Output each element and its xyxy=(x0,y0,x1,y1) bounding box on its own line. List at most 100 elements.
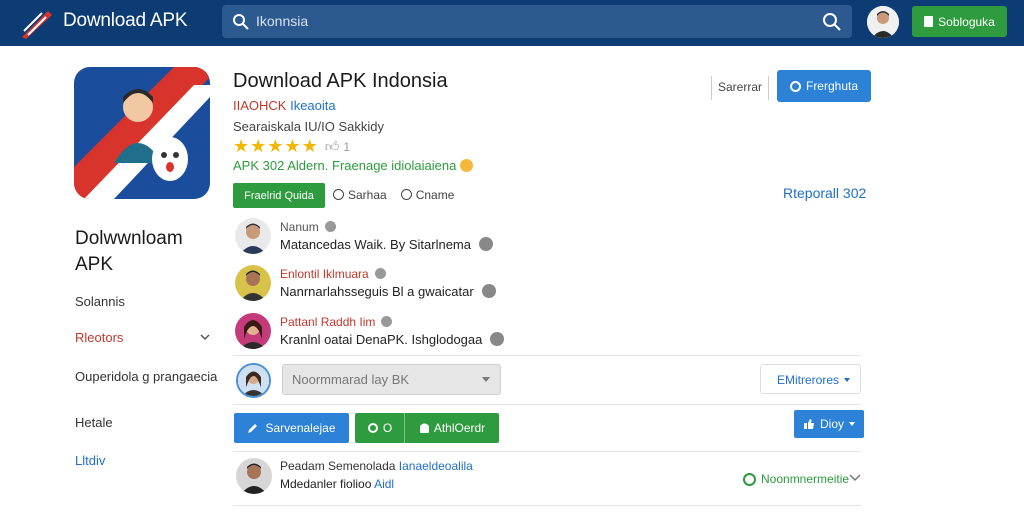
refresh-icon xyxy=(367,423,378,433)
thumbs-up-icon[interactable]: 👍︎ xyxy=(325,138,340,157)
check-circle-icon xyxy=(743,472,756,486)
compose-avatar[interactable] xyxy=(236,363,271,398)
brand-name[interactable]: Download APK xyxy=(63,10,188,32)
sidebar-item-hetale[interactable]: Hetale xyxy=(75,415,113,430)
search-bar[interactable] xyxy=(222,5,852,38)
sort-label[interactable]: Sarerrar xyxy=(711,76,770,100)
commenter-name: Nanum xyxy=(280,220,336,234)
radio-option-2[interactable]: Cname xyxy=(400,188,454,202)
caret-down-icon xyxy=(844,378,850,382)
divider xyxy=(233,505,861,506)
refresh-button-label: O xyxy=(382,421,393,435)
sidebar-item-rleotors[interactable]: Rleotors xyxy=(75,330,123,345)
more-actions-label: Dioy xyxy=(819,417,844,431)
primary-action-button[interactable]: Frerghuta xyxy=(777,70,871,102)
verified-badge-icon xyxy=(381,316,393,327)
latest-text: Mdedanler fiolioo Aidl xyxy=(280,477,394,491)
comment-text-content: Kranlnl oatai DenaPK. Ishglodogaa xyxy=(280,332,483,347)
radio-icon xyxy=(333,189,344,200)
star-icon: ★ xyxy=(267,136,284,156)
check-circle-icon[interactable] xyxy=(490,332,505,346)
rating-count: 1 xyxy=(343,140,351,154)
refresh-button[interactable]: O xyxy=(355,413,405,443)
commenter-avatar[interactable] xyxy=(235,265,271,301)
commenter-avatar[interactable] xyxy=(235,313,271,349)
commenter-name-text: Pattanl Raddh Iim xyxy=(280,315,376,329)
radio-option-1[interactable]: Sarhaa xyxy=(333,188,387,202)
user-avatar-image xyxy=(867,6,899,38)
report-link[interactable]: Rteporall 302 xyxy=(783,185,866,201)
comment-item: Enlontil Iklmuara Nanrnarlahsseguis Bl a… xyxy=(235,265,595,305)
status-label: Noonmnermeitie xyxy=(761,472,850,486)
account-button-label: Sobloguka xyxy=(938,14,995,29)
divider xyxy=(233,404,861,405)
check-circle-icon[interactable] xyxy=(478,237,493,251)
option-radios: Sarhaa Cname xyxy=(333,188,454,202)
app-title: Download APK Indonsia xyxy=(233,70,448,92)
radio-option-1-label: Sarhaa xyxy=(348,188,387,202)
radio-icon xyxy=(400,189,412,200)
star-icon: ★ xyxy=(233,136,250,156)
smiley-icon xyxy=(460,159,474,172)
android-button-label: AthlOerdr xyxy=(433,421,486,435)
green-action-group: O AthlOerdr xyxy=(355,413,499,443)
account-button[interactable]: Sobloguka xyxy=(912,6,1007,37)
status-indicator[interactable]: Noonmnermeitie xyxy=(743,472,849,486)
developer-line: IIAOHCK Ikeaoita xyxy=(233,98,336,113)
download-apk-logo-icon[interactable] xyxy=(18,7,54,39)
divider xyxy=(233,451,861,452)
developer-name[interactable]: IIAOHCK xyxy=(233,98,286,113)
star-icon: ★ xyxy=(301,136,318,156)
tagline-text: APK 302 Aldern. Fraenage idiolaiaiena xyxy=(233,158,457,173)
app-meta: Searaiskala IU/IO Sakkidy xyxy=(233,119,385,134)
check-circle-icon[interactable] xyxy=(481,284,496,298)
latest-name-text[interactable]: Peadam Semenolada xyxy=(280,459,395,473)
user-avatar[interactable] xyxy=(867,6,899,38)
search-submit-icon[interactable] xyxy=(822,12,842,32)
commenter-name-text: Nanum xyxy=(280,220,319,234)
search-input[interactable] xyxy=(256,9,816,33)
edit-button[interactable]: Sarvenalejae xyxy=(234,413,349,443)
chevron-down-icon[interactable] xyxy=(200,332,210,342)
sidebar-item-ouperidola[interactable]: Ouperidola g prangaecia xyxy=(75,369,217,384)
commenter-name: Enlontil Iklmuara xyxy=(280,267,386,281)
chevron-down-icon[interactable] xyxy=(849,474,861,482)
edit-button-label: Sarvenalejae xyxy=(265,421,336,435)
divider xyxy=(233,355,861,356)
caret-down-icon xyxy=(849,422,855,426)
filter-dropdown-label: EMitrerores xyxy=(777,373,840,387)
more-actions-button[interactable]: Dioy xyxy=(794,410,864,438)
comment-text: Matancedas Waik. By Sitarlnema xyxy=(280,237,493,252)
latest-name-link[interactable]: Ianaeldeoalila xyxy=(399,459,473,473)
comment-text-content: Matancedas Waik. By Sitarlnema xyxy=(280,237,471,252)
android-icon xyxy=(419,423,429,433)
sidebar-title: Dolwwnloam APK xyxy=(75,228,183,275)
verified-badge-icon xyxy=(324,221,336,232)
verified-badge-icon xyxy=(374,268,386,279)
sidebar-item-solannis[interactable]: Solannis xyxy=(75,294,125,309)
latest-text-link[interactable]: Aidl xyxy=(374,477,394,491)
star-icon: ★ xyxy=(250,136,267,156)
compose-select[interactable]: Noormmarad lay BK xyxy=(282,364,501,395)
search-icon xyxy=(233,14,249,30)
thumbs-up-icon xyxy=(803,419,814,429)
latest-text-content: Mdedanler fiolioo xyxy=(280,477,372,491)
developer-link[interactable]: Ikeaoita xyxy=(290,98,336,113)
commenter-avatar[interactable] xyxy=(235,218,271,254)
top-navbar: Download APK Sobloguka xyxy=(0,0,1024,46)
install-button[interactable]: Fraelrid Quida xyxy=(233,183,325,208)
comment-text: Nanrnarlahsseguis Bl a gwaicatar xyxy=(280,284,496,299)
latest-avatar[interactable] xyxy=(236,458,272,494)
commenter-name: Pattanl Raddh Iim xyxy=(280,315,393,329)
app-tagline: APK 302 Aldern. Fraenage idiolaiaiena xyxy=(233,158,474,173)
compose-select-value: Noormmarad lay BK xyxy=(292,372,410,387)
android-button[interactable]: AthlOerdr xyxy=(405,413,499,443)
app-icon-image xyxy=(74,67,210,199)
pencil-icon xyxy=(248,424,258,433)
comment-text-content: Nanrnarlahsseguis Bl a gwaicatar xyxy=(280,284,474,299)
caret-down-icon xyxy=(482,377,490,382)
filter-dropdown[interactable]: EMitrerores xyxy=(760,364,861,394)
sidebar-item-lltdiv[interactable]: Lltdiv xyxy=(75,453,105,468)
comment-item: Nanum Matancedas Waik. By Sitarlnema xyxy=(235,218,595,258)
comment-text: Kranlnl oatai DenaPK. Ishglodogaa xyxy=(280,332,505,347)
